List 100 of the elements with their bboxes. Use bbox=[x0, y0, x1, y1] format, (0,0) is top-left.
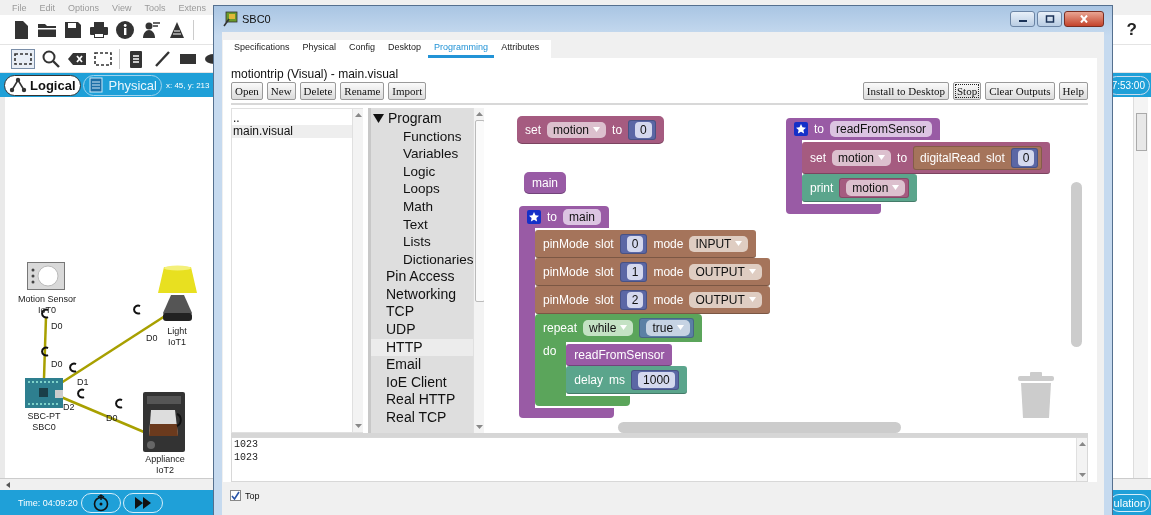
code-block[interactable]: pinMode slot 1 mode OUTPUT bbox=[535, 257, 770, 286]
category-item[interactable]: Variables bbox=[371, 145, 473, 163]
number-field[interactable]: 1 bbox=[626, 263, 644, 280]
tab[interactable]: Physical bbox=[296, 40, 343, 58]
code-block[interactable]: set motion to digitalRead slot 0 bbox=[802, 141, 1051, 174]
category-item[interactable]: UDP bbox=[371, 321, 473, 339]
action-button[interactable]: Install to Desktop bbox=[862, 81, 949, 100]
vertical-scrollbar[interactable] bbox=[1071, 181, 1082, 347]
dropdown-field[interactable]: while bbox=[583, 319, 634, 336]
select-icon[interactable] bbox=[11, 48, 35, 69]
vertical-scrollbar[interactable] bbox=[1076, 438, 1087, 481]
code-block[interactable]: delay ms 1000 bbox=[566, 365, 687, 394]
code-block[interactable]: readFromSensor bbox=[566, 343, 673, 366]
value-block[interactable]: 0 bbox=[628, 119, 656, 140]
category-item[interactable]: Real TCP bbox=[371, 409, 473, 427]
file-button[interactable]: Import bbox=[388, 81, 427, 100]
splitter-handle[interactable] bbox=[231, 433, 1088, 437]
code-block[interactable]: print motion bbox=[802, 173, 918, 202]
file-button[interactable]: New bbox=[266, 81, 296, 100]
vertical-scrollbar[interactable] bbox=[352, 108, 363, 432]
code-block[interactable]: pinMode slot 0 mode INPUT bbox=[535, 229, 757, 258]
dropdown-arrow-icon bbox=[878, 155, 886, 161]
action-button[interactable]: Stop bbox=[953, 81, 982, 100]
person-icon[interactable] bbox=[141, 19, 161, 40]
tab[interactable]: Config bbox=[343, 40, 382, 58]
name-field[interactable]: main bbox=[563, 208, 602, 225]
maximize-button[interactable] bbox=[1037, 11, 1062, 27]
circuit-board-icon[interactable] bbox=[25, 378, 63, 408]
code-block[interactable]: main bbox=[524, 171, 566, 194]
value-block[interactable]: true bbox=[639, 317, 695, 338]
horizontal-scrollbar[interactable] bbox=[618, 421, 901, 433]
print-icon[interactable] bbox=[89, 19, 109, 40]
value-block[interactable]: motion bbox=[839, 177, 910, 198]
number-field[interactable]: 0 bbox=[635, 121, 652, 138]
category-item[interactable]: Logic bbox=[371, 162, 473, 181]
category-item[interactable]: Program bbox=[371, 109, 473, 128]
dropdown-field[interactable]: motion bbox=[832, 149, 892, 166]
tab[interactable]: Desktop bbox=[382, 40, 428, 58]
dropdown-field[interactable]: OUTPUT bbox=[689, 263, 762, 280]
reset-time-button[interactable] bbox=[80, 492, 121, 513]
code-block[interactable]: to main pinMode slot 0 mode INPUT pinMode slot 1 mode OUTPUT pinMode slot 2 mode OUTPUT repeat while true do readFromSensor delay ms 1000 bbox=[519, 205, 770, 418]
tab[interactable]: Specifications bbox=[228, 40, 296, 58]
category-item[interactable]: Lists bbox=[371, 233, 473, 251]
close-button[interactable] bbox=[1064, 11, 1104, 27]
action-button[interactable]: Clear Outputs bbox=[985, 81, 1055, 100]
dropdown-field[interactable]: motion bbox=[846, 179, 906, 196]
name-field[interactable]: readFromSensor bbox=[830, 120, 933, 137]
number-field[interactable]: 2 bbox=[626, 291, 644, 308]
dropdown-field[interactable]: INPUT bbox=[689, 235, 749, 252]
action-button[interactable]: Help bbox=[1058, 81, 1088, 100]
tab[interactable]: Attributes bbox=[495, 40, 546, 58]
search-icon[interactable] bbox=[41, 48, 61, 69]
block-label: to bbox=[612, 122, 623, 137]
value-block[interactable]: 1 bbox=[619, 261, 648, 282]
minimize-button[interactable] bbox=[1010, 11, 1035, 27]
code-block[interactable]: to readFromSensor set motion to digitalRead slot 0 print motion bbox=[786, 117, 1051, 214]
category-item[interactable]: Pin Access bbox=[371, 268, 473, 286]
code-block[interactable]: pinMode slot 2 mode OUTPUT bbox=[535, 285, 770, 314]
category-item[interactable]: Loops bbox=[371, 180, 473, 198]
checkbox[interactable] bbox=[230, 490, 241, 501]
block-label: pinMode bbox=[543, 264, 590, 279]
category-item[interactable]: IoE Client bbox=[371, 373, 473, 392]
category-item[interactable]: HTTP bbox=[371, 338, 473, 357]
file-button[interactable]: Open bbox=[231, 81, 263, 100]
help-button[interactable]: ? bbox=[1120, 19, 1143, 40]
value-block[interactable]: 0 bbox=[619, 233, 648, 254]
fast-forward-button[interactable] bbox=[122, 492, 163, 513]
file-list-item[interactable]: main.visual bbox=[232, 124, 352, 138]
dropdown-field[interactable]: true bbox=[646, 319, 691, 336]
file-button[interactable]: Rename bbox=[340, 81, 385, 100]
category-item[interactable]: Functions bbox=[371, 127, 473, 146]
category-item[interactable]: Networking bbox=[371, 285, 473, 304]
motion-sensor-icon[interactable] bbox=[27, 262, 65, 290]
expand-arrow-icon[interactable] bbox=[373, 113, 384, 125]
value-block[interactable]: 0 bbox=[1010, 147, 1039, 168]
value-block[interactable]: 1000 bbox=[631, 369, 679, 390]
file-button[interactable]: Delete bbox=[299, 81, 337, 100]
file-list-item[interactable]: .. bbox=[232, 111, 352, 125]
category-label[interactable]: Program bbox=[388, 109, 442, 128]
dropdown-field[interactable]: OUTPUT bbox=[689, 291, 762, 308]
value-block[interactable]: digitalRead slot 0 bbox=[913, 145, 1043, 170]
category-item[interactable]: Real HTTP bbox=[371, 391, 473, 410]
number-field[interactable]: 1000 bbox=[638, 371, 675, 388]
save-icon[interactable] bbox=[63, 19, 83, 40]
category-item[interactable]: Text bbox=[371, 215, 473, 234]
category-item[interactable]: TCP bbox=[371, 303, 473, 322]
info-icon[interactable] bbox=[115, 19, 135, 40]
category-item[interactable]: Email bbox=[371, 356, 473, 374]
number-field[interactable]: 0 bbox=[626, 235, 644, 252]
category-item[interactable]: Dictionaries bbox=[371, 250, 473, 269]
value-block[interactable]: 2 bbox=[619, 289, 648, 310]
view-tab[interactable]: Logical bbox=[4, 74, 81, 96]
category-item[interactable]: Math bbox=[371, 197, 473, 216]
coffee-maker-icon[interactable] bbox=[143, 392, 185, 452]
dropdown-field[interactable]: motion bbox=[547, 121, 607, 138]
code-block[interactable]: set motion to 0 bbox=[517, 115, 664, 144]
block-label: pinMode bbox=[543, 236, 590, 251]
vertical-scrollbar[interactable] bbox=[1133, 97, 1148, 478]
code-block[interactable]: repeat while true do readFromSensor delay ms 1000 bbox=[535, 313, 703, 406]
number-field[interactable]: 0 bbox=[1017, 149, 1035, 166]
